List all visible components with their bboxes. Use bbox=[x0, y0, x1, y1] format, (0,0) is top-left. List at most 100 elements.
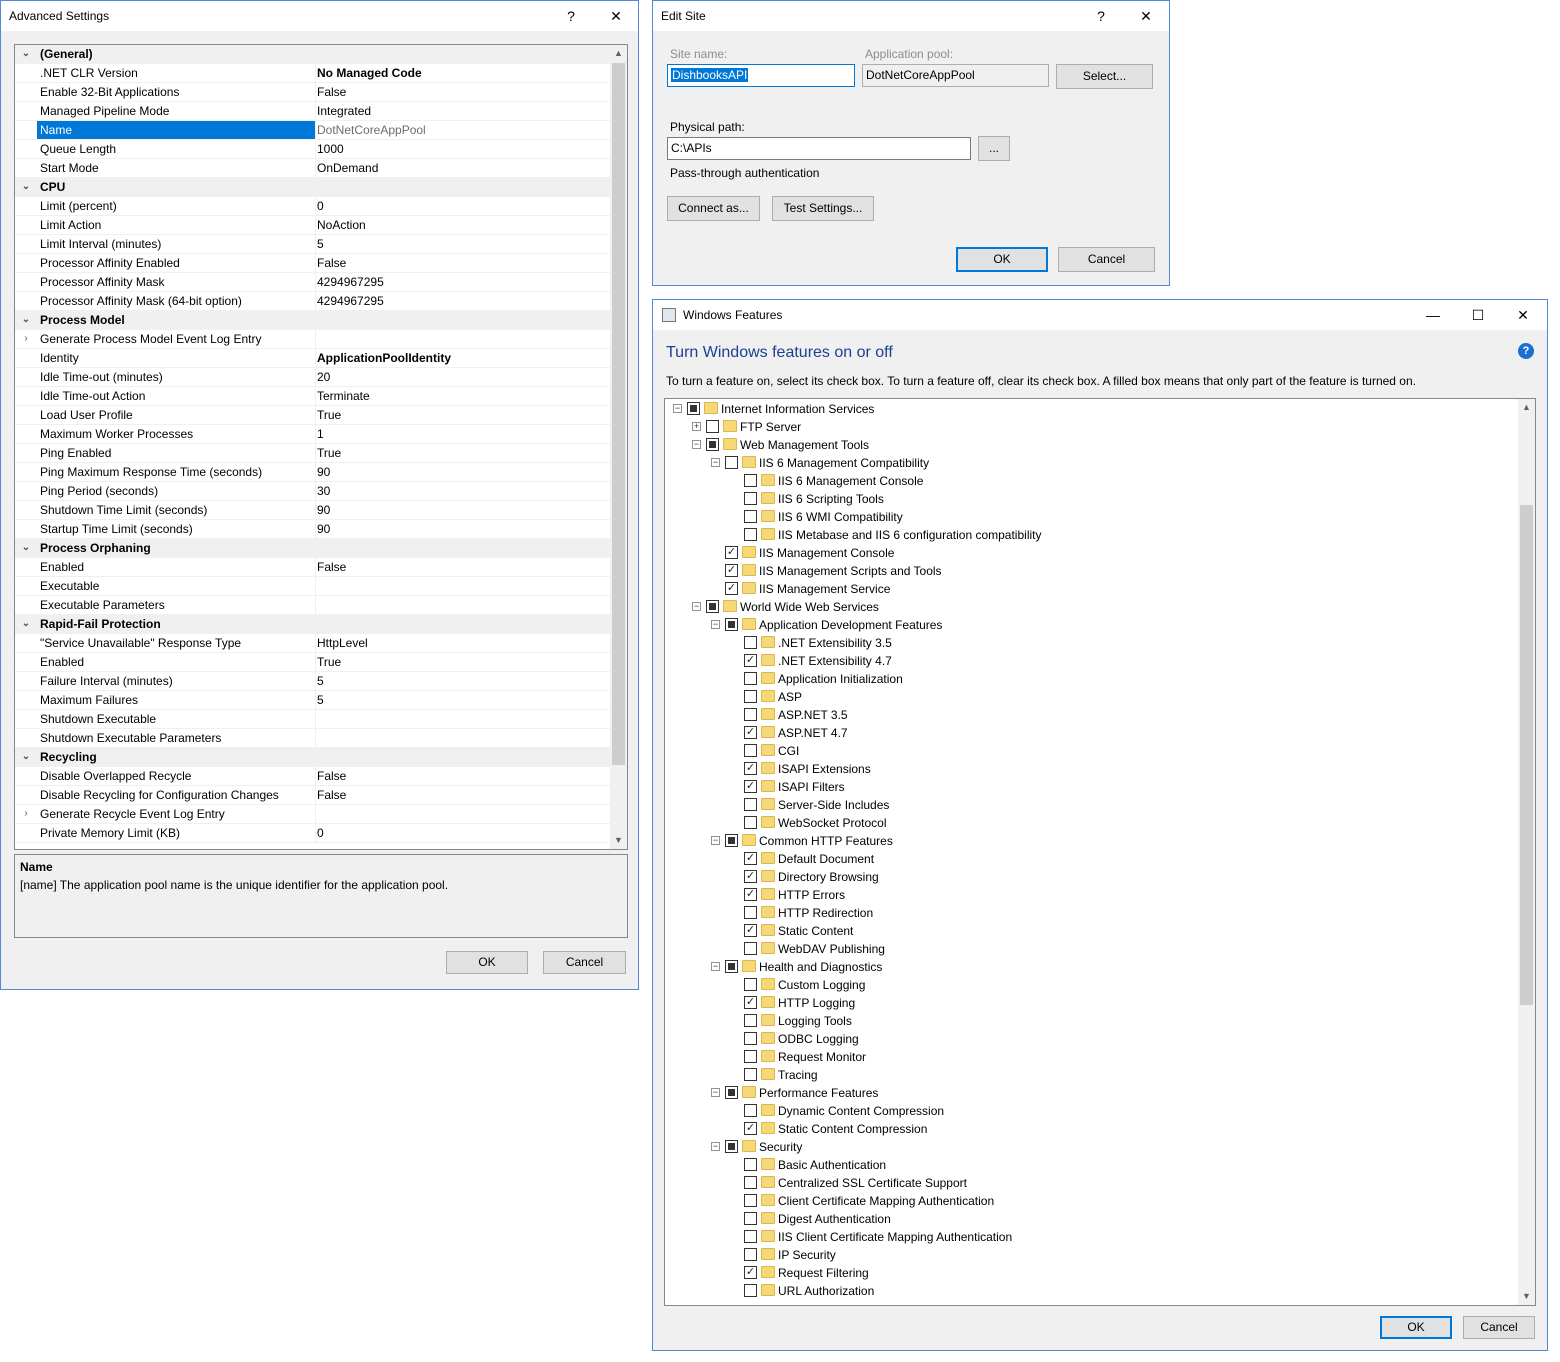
feature-checkbox[interactable] bbox=[744, 1032, 757, 1045]
property-row[interactable]: › Generate Recycle Event Log Entry bbox=[15, 805, 610, 824]
collapse-chevron-icon[interactable]: ⌄ bbox=[20, 48, 32, 60]
feature-checkbox[interactable] bbox=[725, 456, 738, 469]
collapse-icon[interactable]: − bbox=[711, 1142, 720, 1151]
feature-checkbox[interactable]: ✓ bbox=[744, 852, 757, 865]
property-value[interactable]: OnDemand bbox=[315, 159, 612, 177]
property-row[interactable]: Startup Time Limit (seconds) 90 bbox=[15, 520, 610, 539]
property-row[interactable]: Maximum Failures 5 bbox=[15, 691, 610, 710]
feature-checkbox[interactable] bbox=[725, 960, 738, 973]
cancel-button[interactable]: Cancel bbox=[543, 951, 626, 974]
property-value[interactable] bbox=[315, 577, 612, 595]
feature-tree-item[interactable]: ✓ .NET Extensibility 4.7 bbox=[665, 652, 1518, 670]
feature-tree-item[interactable]: − World Wide Web Services bbox=[665, 598, 1518, 616]
feature-checkbox[interactable] bbox=[744, 1050, 757, 1063]
property-row[interactable]: Idle Time-out Action Terminate bbox=[15, 387, 610, 406]
feature-tree-item[interactable]: ✓ Request Filtering bbox=[665, 1264, 1518, 1282]
property-row[interactable]: Failure Interval (minutes) 5 bbox=[15, 672, 610, 691]
vertical-scrollbar[interactable]: ▲ ▼ bbox=[610, 45, 627, 849]
feature-checkbox[interactable] bbox=[744, 474, 757, 487]
feature-tree-item[interactable]: ✓ Directory Browsing bbox=[665, 868, 1518, 886]
feature-tree-item[interactable]: Basic Authentication bbox=[665, 1156, 1518, 1174]
feature-tree-item[interactable]: WebSocket Protocol bbox=[665, 814, 1518, 832]
property-row[interactable]: Enable 32-Bit Applications False bbox=[15, 83, 610, 102]
feature-checkbox[interactable] bbox=[744, 1194, 757, 1207]
property-value[interactable]: False bbox=[315, 254, 612, 272]
ok-button[interactable]: OK bbox=[956, 247, 1048, 272]
expand-chevron-icon[interactable]: › bbox=[20, 333, 32, 345]
property-value[interactable]: 0 bbox=[315, 824, 612, 842]
maximize-icon[interactable]: ☐ bbox=[1464, 304, 1492, 326]
features-tree[interactable]: − Internet Information Services + FTP Serve… bbox=[664, 398, 1536, 1306]
collapse-icon[interactable]: − bbox=[711, 836, 720, 845]
feature-tree-item[interactable]: IIS 6 Scripting Tools bbox=[665, 490, 1518, 508]
feature-checkbox[interactable] bbox=[744, 492, 757, 505]
property-row[interactable]: Start Mode OnDemand bbox=[15, 159, 610, 178]
collapse-icon[interactable]: − bbox=[711, 962, 720, 971]
feature-checkbox[interactable] bbox=[744, 744, 757, 757]
feature-tree-item[interactable]: HTTP Redirection bbox=[665, 904, 1518, 922]
property-value[interactable]: 0 bbox=[315, 197, 612, 215]
browse-button[interactable]: ... bbox=[978, 136, 1010, 161]
collapse-icon[interactable]: − bbox=[673, 404, 682, 413]
property-value[interactable]: No Managed Code bbox=[315, 64, 612, 82]
property-value[interactable]: 5 bbox=[315, 672, 612, 690]
feature-checkbox[interactable]: ✓ bbox=[744, 780, 757, 793]
feature-tree-item[interactable]: IIS 6 Management Console bbox=[665, 472, 1518, 490]
property-value[interactable]: True bbox=[315, 653, 612, 671]
feature-checkbox[interactable] bbox=[744, 1104, 757, 1117]
property-row[interactable]: Private Memory Limit (KB) 0 bbox=[15, 824, 610, 843]
property-value[interactable]: 90 bbox=[315, 501, 612, 519]
feature-tree-item[interactable]: URL Authorization bbox=[665, 1282, 1518, 1300]
feature-tree-item[interactable]: − Application Development Features bbox=[665, 616, 1518, 634]
feature-tree-item[interactable]: ASP.NET 3.5 bbox=[665, 706, 1518, 724]
test-settings-button[interactable]: Test Settings... bbox=[772, 196, 874, 221]
scroll-down-icon[interactable]: ▼ bbox=[610, 832, 627, 849]
feature-checkbox[interactable] bbox=[706, 420, 719, 433]
property-row[interactable]: Name DotNetCoreAppPool bbox=[15, 121, 610, 140]
feature-tree-item[interactable]: ✓ ISAPI Filters bbox=[665, 778, 1518, 796]
feature-tree-item[interactable]: ✓ Default Document bbox=[665, 850, 1518, 868]
feature-tree-item[interactable]: Logging Tools bbox=[665, 1012, 1518, 1030]
property-row[interactable]: Load User Profile True bbox=[15, 406, 610, 425]
feature-tree-item[interactable]: Server-Side Includes bbox=[665, 796, 1518, 814]
collapse-chevron-icon[interactable]: ⌄ bbox=[20, 751, 32, 763]
property-category[interactable]: ⌄ CPU bbox=[15, 178, 610, 197]
property-value[interactable]: 4294967295 bbox=[315, 273, 612, 291]
feature-checkbox[interactable]: ✓ bbox=[725, 582, 738, 595]
property-row[interactable]: Limit (percent) 0 bbox=[15, 197, 610, 216]
property-category[interactable]: ⌄ Process Model bbox=[15, 311, 610, 330]
feature-checkbox[interactable] bbox=[744, 1176, 757, 1189]
property-value[interactable]: True bbox=[315, 444, 612, 462]
feature-checkbox[interactable]: ✓ bbox=[744, 996, 757, 1009]
feature-tree-item[interactable]: CGI bbox=[665, 742, 1518, 760]
property-value[interactable]: Integrated bbox=[315, 102, 612, 120]
help-icon[interactable]: ? bbox=[557, 5, 585, 27]
feature-tree-item[interactable]: Request Monitor bbox=[665, 1048, 1518, 1066]
scroll-up-icon[interactable]: ▲ bbox=[1518, 399, 1535, 416]
feature-checkbox[interactable] bbox=[706, 600, 719, 613]
property-value[interactable]: ApplicationPoolIdentity bbox=[315, 349, 612, 367]
property-value[interactable]: False bbox=[315, 83, 612, 101]
physical-path-field[interactable]: C:\APIs bbox=[667, 137, 971, 160]
collapse-icon[interactable]: − bbox=[711, 1088, 720, 1097]
property-row[interactable]: Executable bbox=[15, 577, 610, 596]
feature-tree-item[interactable]: + FTP Server bbox=[665, 418, 1518, 436]
scroll-down-icon[interactable]: ▼ bbox=[1518, 1288, 1535, 1305]
property-value[interactable]: Terminate bbox=[315, 387, 612, 405]
property-category[interactable]: ⌄ Process Orphaning bbox=[15, 539, 610, 558]
feature-checkbox[interactable]: ✓ bbox=[744, 654, 757, 667]
site-name-field[interactable]: DishbooksAPI bbox=[667, 64, 855, 87]
feature-checkbox[interactable]: ✓ bbox=[744, 888, 757, 901]
collapse-chevron-icon[interactable]: ⌄ bbox=[20, 618, 32, 630]
feature-tree-item[interactable]: − Health and Diagnostics bbox=[665, 958, 1518, 976]
property-row[interactable]: › Generate Process Model Event Log Entry bbox=[15, 330, 610, 349]
property-value[interactable]: 5 bbox=[315, 691, 612, 709]
feature-checkbox[interactable] bbox=[725, 1086, 738, 1099]
feature-tree-item[interactable]: ✓ IIS Management Scripts and Tools bbox=[665, 562, 1518, 580]
collapse-icon[interactable]: − bbox=[711, 458, 720, 467]
feature-tree-item[interactable]: ASP bbox=[665, 688, 1518, 706]
scroll-thumb[interactable] bbox=[1520, 505, 1533, 1005]
property-row[interactable]: "Service Unavailable" Response Type HttpL… bbox=[15, 634, 610, 653]
property-value[interactable] bbox=[315, 729, 612, 747]
feature-checkbox[interactable] bbox=[744, 510, 757, 523]
